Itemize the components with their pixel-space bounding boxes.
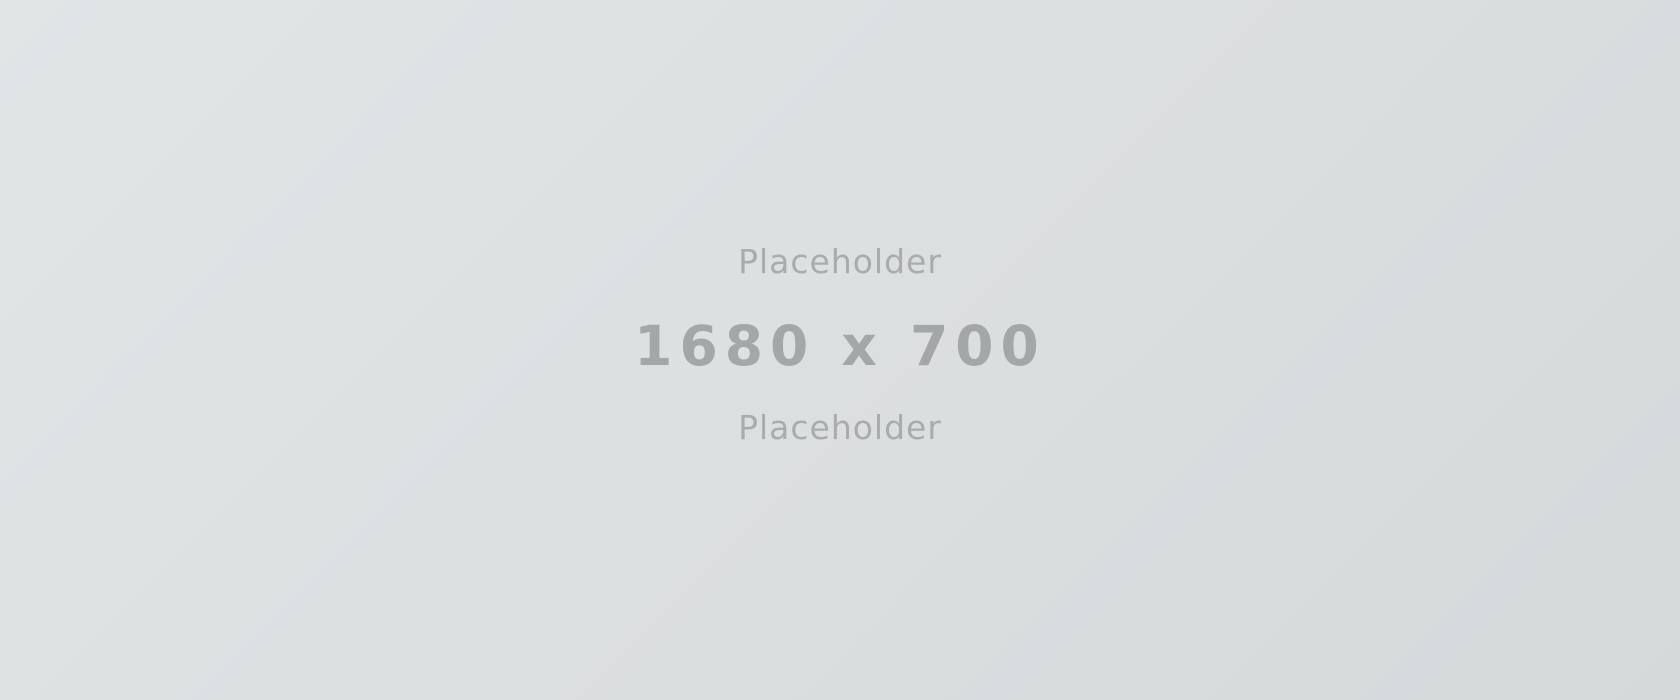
placeholder-bottom-label: Placeholder [738, 408, 942, 447]
placeholder-image: Placeholder 1680 x 700 Placeholder [0, 0, 1680, 700]
placeholder-top-label: Placeholder [738, 242, 942, 281]
placeholder-size-label: 1680 x 700 [634, 314, 1046, 378]
